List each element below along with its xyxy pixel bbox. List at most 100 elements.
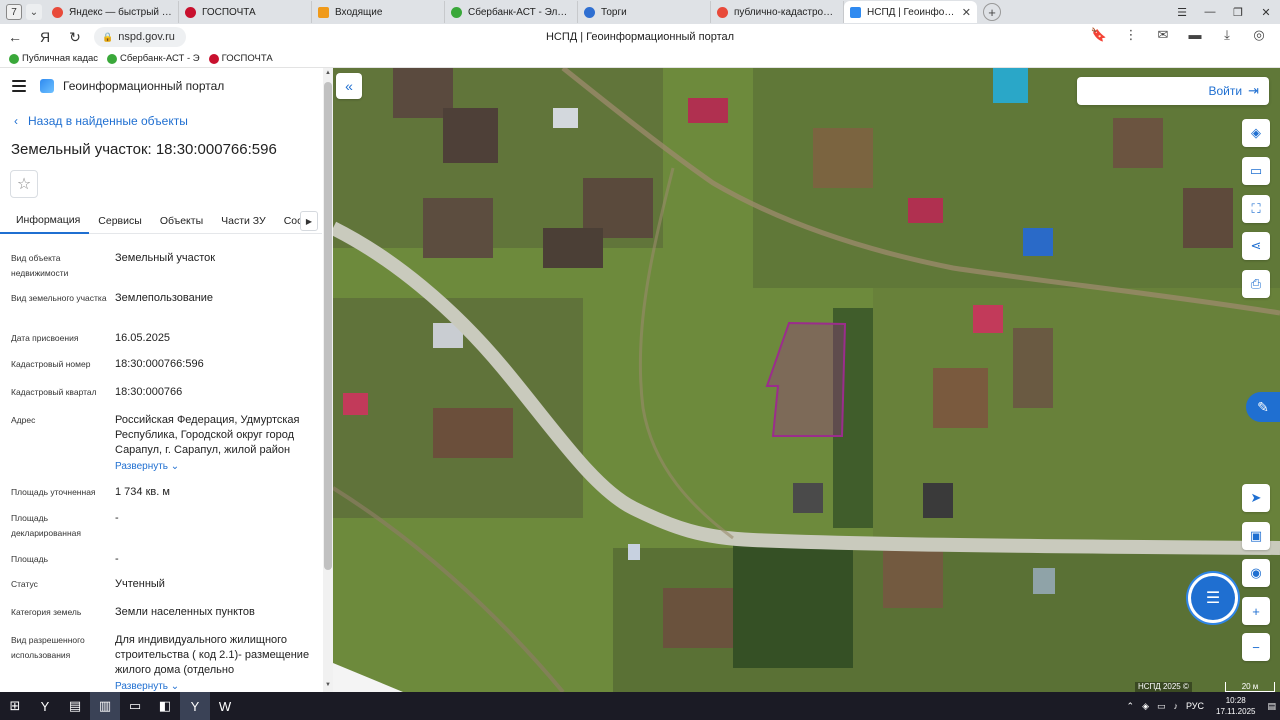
browser-navbar: ← Я ↻ 🔒 nspd.gov.ru НСПД | Геоинформацио…: [0, 24, 1280, 50]
downloads-icon[interactable]: ⤓: [1212, 27, 1242, 43]
address-bar[interactable]: 🔒 nspd.gov.ru: [94, 27, 186, 47]
scroll-down-icon[interactable]: ▼: [325, 682, 331, 688]
check-favicon-icon: [9, 53, 19, 64]
browser-tab[interactable]: Яндекс — быстрый поиск: [46, 1, 179, 23]
navigate-button[interactable]: ➤: [1242, 484, 1270, 512]
collapse-sidebar-button[interactable]: «: [336, 73, 362, 99]
navigation-arrow-icon: ➤: [1250, 490, 1262, 505]
app-icon[interactable]: ▥: [90, 692, 120, 720]
print-button[interactable]: ⎙: [1242, 270, 1270, 298]
tab-parts[interactable]: Части ЗУ: [212, 208, 275, 234]
antivirus-icon[interactable]: ◈: [1142, 701, 1149, 712]
chevron-left-icon: ‹: [14, 114, 18, 128]
attr-value: Для индивидуального жилищного строительс…: [115, 634, 310, 676]
hat-icon[interactable]: ▬: [1180, 27, 1210, 43]
browser-tab[interactable]: Сбербанк-АСТ - Электро: [445, 1, 578, 23]
yandex-icon[interactable]: Я: [30, 29, 60, 45]
tab-info[interactable]: Информация: [0, 208, 90, 234]
feedback-button[interactable]: ✎: [1246, 392, 1280, 422]
bookmark-item[interactable]: Сбербанк-АСТ - Э: [107, 53, 200, 64]
clock[interactable]: 10:28 17.11.2025: [1216, 695, 1255, 717]
tabs-dropdown-icon[interactable]: ⌄: [26, 4, 42, 20]
minimap-button[interactable]: ▣: [1242, 522, 1270, 550]
sidebar-scrollbar[interactable]: ▲ ▼: [323, 68, 333, 692]
bookmark-item[interactable]: ГОСПОЧТА: [208, 53, 273, 64]
browser-tab[interactable]: публично-кадастровая к: [711, 1, 844, 23]
system-tray: ⌃ ◈ ▭ ♪ РУС 10:28 17.11.2025 ▤: [1123, 692, 1280, 720]
zoom-out-button[interactable]: −: [1242, 633, 1270, 661]
menu-icon[interactable]: ☰: [1168, 6, 1196, 19]
volume-icon[interactable]: ♪: [1174, 701, 1179, 711]
select-area-button[interactable]: ⛶: [1242, 195, 1270, 223]
map-attribution: НСПД 2025 ©: [1135, 682, 1192, 692]
tabs-scroll-right-icon[interactable]: ▶: [300, 211, 318, 231]
bookmark-icon[interactable]: 🔖: [1084, 27, 1114, 43]
minimize-icon[interactable]: —: [1196, 6, 1224, 18]
attr-label: Площадь уточненная: [11, 487, 96, 497]
close-tab-icon[interactable]: ✕: [962, 6, 971, 19]
attr-label: Кадастровый номер: [11, 359, 91, 369]
browser-tab[interactable]: Торги: [578, 1, 711, 23]
app2-icon[interactable]: ◧: [150, 692, 180, 720]
bookmark-item[interactable]: Публичная кадас: [9, 53, 98, 64]
feedback-icon: ✎: [1257, 398, 1269, 415]
scrollbar-thumb[interactable]: [324, 82, 332, 570]
layers-button[interactable]: ◈: [1242, 119, 1270, 147]
attr-label: Вид объекта недвижимости: [11, 253, 69, 278]
share-button[interactable]: ⋖: [1242, 232, 1270, 260]
yandex-browser-active-icon[interactable]: Y: [180, 692, 210, 720]
expand-label: Развернуть: [115, 681, 169, 692]
attr-label: Дата присвоения: [11, 333, 79, 343]
navbar-actions: 🔖 ⋮ ✉ ▬ ⤓ ◎: [1084, 27, 1274, 43]
close-window-icon[interactable]: ✕: [1252, 6, 1280, 19]
hamburger-menu-icon[interactable]: [12, 80, 26, 92]
reload-icon[interactable]: ↻: [60, 29, 90, 46]
yandex-browser-icon[interactable]: Y: [30, 692, 60, 720]
clock-time: 10:28: [1225, 696, 1246, 705]
sberbank-favicon-icon: [107, 53, 118, 64]
zoom-out-icon: −: [1252, 639, 1260, 655]
tab-count-button[interactable]: 7: [6, 4, 22, 20]
folder-icon[interactable]: ▭: [120, 692, 150, 720]
browser-tab[interactable]: Входящие: [312, 1, 445, 23]
extension-icon[interactable]: ✉: [1148, 27, 1178, 43]
attr-value-wrap: Российская Федерация, Удмуртская Республ…: [115, 413, 315, 474]
chat-button[interactable]: ☰: [1191, 576, 1235, 620]
attr-value: Земельный участок: [115, 252, 216, 264]
browser-tab-active[interactable]: НСПД | Геоинформаци ✕: [844, 1, 977, 23]
map-imagery: [333, 68, 1280, 692]
tray-expand-icon[interactable]: ⌃: [1127, 701, 1135, 712]
network-icon[interactable]: ▭: [1157, 701, 1166, 712]
satellite-map[interactable]: [333, 68, 1280, 692]
word-icon[interactable]: W: [210, 692, 240, 720]
expand-address-link[interactable]: Развернуть ⌄: [115, 459, 315, 474]
browser-tab[interactable]: ГОСПОЧТА: [179, 1, 312, 23]
zoom-in-icon: +: [1252, 603, 1260, 619]
expand-label: Развернуть: [115, 461, 169, 472]
back-link-label: Назад в найденные объекты: [28, 114, 188, 128]
sberbank-favicon-icon: [451, 6, 462, 18]
back-to-results-link[interactable]: ‹ Назад в найденные объекты: [14, 114, 188, 128]
ruler-icon: ▭: [1249, 163, 1263, 178]
zoom-in-button[interactable]: +: [1242, 597, 1270, 625]
tab-objects[interactable]: Объекты: [151, 208, 212, 234]
geolocation-button[interactable]: ◉: [1242, 559, 1270, 587]
language-indicator[interactable]: РУС: [1186, 701, 1204, 711]
back-icon[interactable]: ←: [0, 29, 30, 45]
restore-icon[interactable]: ❐: [1224, 6, 1252, 19]
print-icon: ⎙: [1250, 276, 1262, 291]
expand-use-link[interactable]: Развернуть ⌄: [115, 679, 315, 692]
tab-services[interactable]: Сервисы: [89, 208, 151, 234]
new-tab-button[interactable]: +: [983, 3, 1001, 21]
file-manager-icon[interactable]: ▤: [60, 692, 90, 720]
login-button[interactable]: Войти ⇥: [1077, 77, 1269, 105]
profile-icon[interactable]: ◎: [1244, 27, 1274, 43]
more-icon[interactable]: ⋮: [1116, 27, 1146, 43]
scroll-up-icon[interactable]: ▲: [325, 70, 331, 76]
measure-button[interactable]: ▭: [1242, 157, 1270, 185]
favorite-star-button[interactable]: ☆: [10, 170, 38, 198]
share-icon: ⋖: [1250, 238, 1262, 253]
layers-icon: ◈: [1251, 125, 1261, 140]
notifications-icon[interactable]: ▤: [1267, 701, 1276, 712]
windows-start-icon[interactable]: ⊞: [0, 692, 30, 720]
